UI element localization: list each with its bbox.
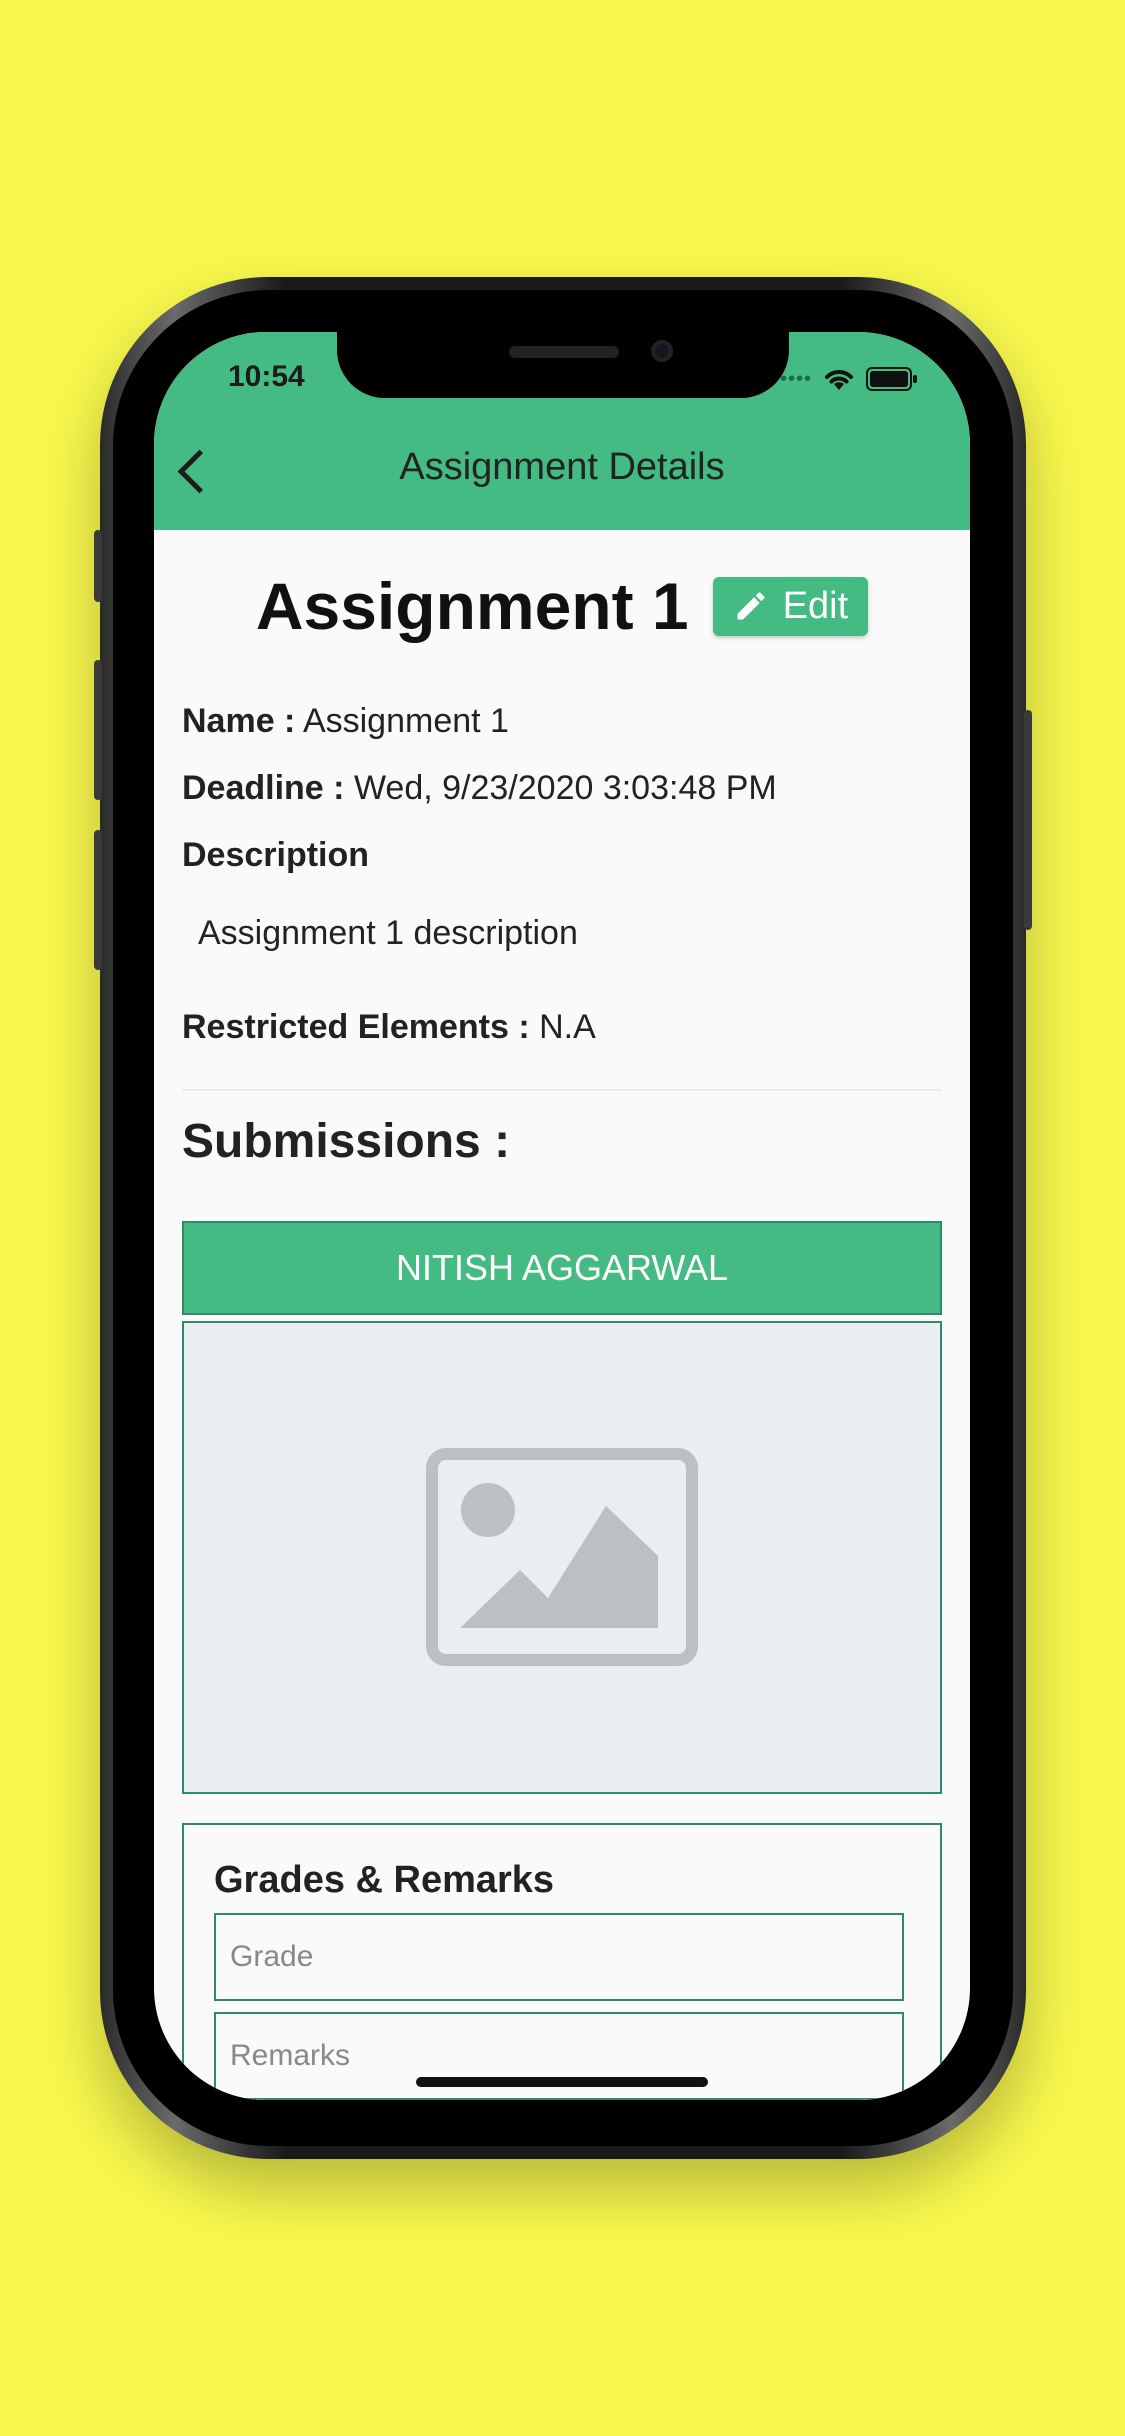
- name-row: Name : Assignment 1: [182, 702, 509, 741]
- grades-heading: Grades & Remarks: [214, 1859, 555, 1901]
- mute-switch: [94, 530, 102, 602]
- submissions-heading: Submissions :: [182, 1115, 511, 1168]
- app-header: 10:54 •••• Assignment Details: [154, 332, 970, 530]
- description-label-row: Description: [182, 836, 369, 875]
- edit-button-label: Edit: [782, 584, 849, 627]
- status-time: 10:54: [228, 360, 305, 393]
- edit-button[interactable]: Edit: [712, 576, 869, 636]
- pencil-icon: [737, 592, 765, 620]
- notch: [337, 332, 789, 398]
- deadline-row: Deadline : Wed, 9/23/2020 3:03:48 PM: [182, 769, 777, 808]
- deadline-value: Wed, 9/23/2020 3:03:48 PM: [353, 769, 777, 807]
- battery-icon: [866, 367, 917, 391]
- submission-image[interactable]: [182, 1321, 942, 1794]
- divider: [182, 1089, 942, 1091]
- restricted-value: N.A: [539, 1008, 596, 1046]
- page-title: Assignment Details: [399, 446, 725, 488]
- assignment-title: Assignment 1: [255, 569, 689, 643]
- power-button: [1024, 710, 1032, 930]
- student-name: NITISH AGGARWAL: [395, 1247, 729, 1288]
- deadline-label: Deadline :: [182, 769, 345, 807]
- wifi-icon: [825, 370, 853, 390]
- name-label: Name :: [182, 702, 296, 740]
- volume-down-button: [94, 830, 102, 970]
- description-label: Description: [182, 836, 370, 874]
- app-screen: 10:54 •••• Assignment Details Assignment…: [154, 332, 970, 2100]
- assignment-title-row: Assignment 1 Edit: [154, 568, 970, 644]
- restricted-row: Restricted Elements : N.A: [182, 1008, 596, 1047]
- image-placeholder-icon: [426, 1448, 698, 1666]
- status-icons: ••••: [780, 366, 918, 392]
- grades-panel: Grades & Remarks Grade Remarks: [182, 1823, 942, 2100]
- signal-dots: ••••: [779, 367, 812, 390]
- front-camera: [651, 340, 673, 362]
- grade-input[interactable]: Grade: [214, 1913, 904, 2001]
- student-name-bar[interactable]: NITISH AGGARWAL: [182, 1221, 942, 1315]
- name-value: Assignment 1: [302, 702, 509, 740]
- volume-up-button: [94, 660, 102, 800]
- description-value: Assignment 1 description: [198, 914, 578, 952]
- home-indicator[interactable]: [416, 2077, 708, 2087]
- speaker: [509, 346, 619, 358]
- restricted-label: Restricted Elements :: [182, 1008, 530, 1046]
